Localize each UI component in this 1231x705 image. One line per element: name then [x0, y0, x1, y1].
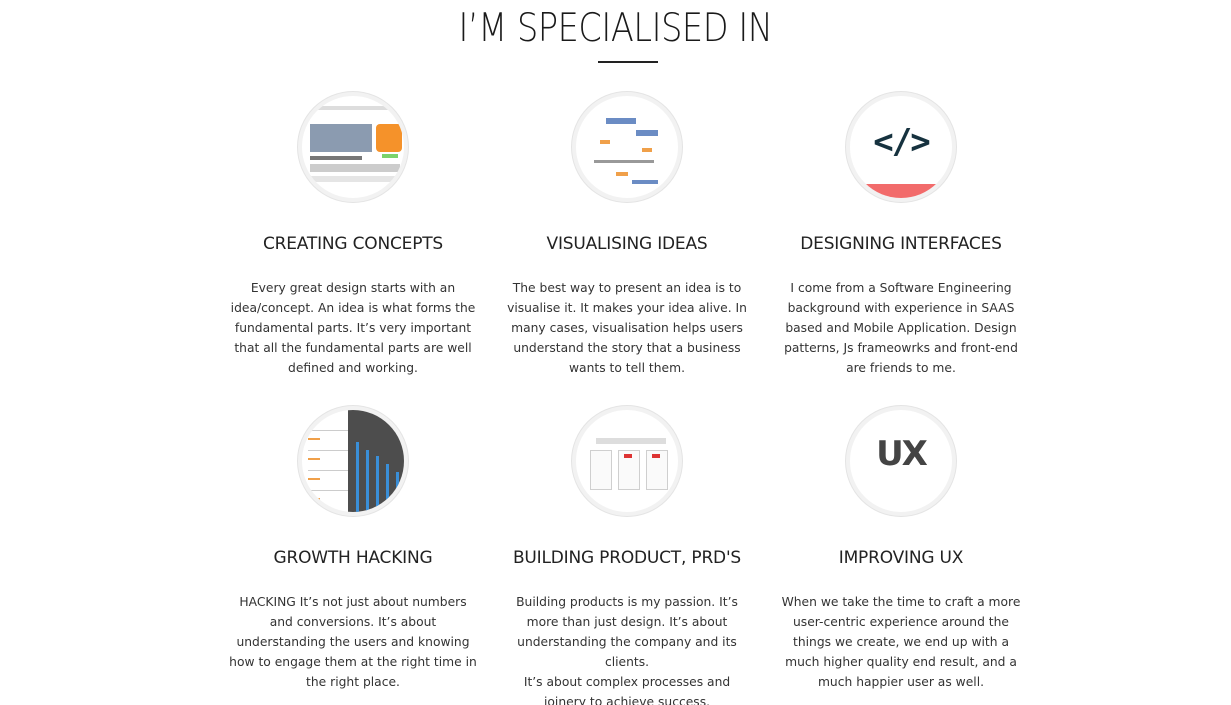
card-title: BUILDING PRODUCT, PRD's [512, 548, 742, 568]
card-title: VISUALISING IDEAS [546, 234, 708, 254]
card-description: Building products is my passion. It’s mo… [497, 592, 757, 705]
card-description-line: It’s about complex processes and joinery… [523, 675, 731, 705]
card-building-product: BUILDING PRODUCT, PRD's Building product… [497, 406, 757, 705]
card-description: When we take the time to craft a more us… [781, 595, 1021, 689]
card-improving-ux: UX IMPROVING UX When we take the time to… [771, 406, 1031, 692]
growth-chart-icon [298, 406, 408, 516]
card-description: I come from a Software Engineering backg… [784, 281, 1018, 375]
concept-wireframe-icon [298, 92, 408, 202]
product-document-icon [572, 406, 682, 516]
card-title: DESIGNING INTERFACES [800, 234, 1002, 254]
card-designing-interfaces: </> DESIGNING INTERFACES I come from a S… [771, 92, 1031, 378]
card-title: CREATING CONCEPTS [262, 234, 444, 254]
section-title: I’M SPECIALISED IN [458, 6, 773, 51]
card-title: GROWTH HACKING [273, 548, 433, 568]
ux-badge-icon: UX [846, 406, 956, 516]
code-brackets-icon: </> [846, 92, 956, 202]
card-description: HACKING It’s not just about numbers and … [229, 595, 477, 689]
card-title: IMPROVING UX [838, 548, 964, 568]
title-divider [598, 61, 658, 63]
card-description: The best way to present an idea is to vi… [507, 281, 747, 375]
card-description-line: Building products is my passion. It’s mo… [516, 595, 738, 669]
card-description: Every great design starts with an idea/c… [230, 281, 476, 375]
sitemap-diagram-icon [572, 92, 682, 202]
card-creating-concepts: CREATING CONCEPTS Every great design sta… [223, 92, 483, 378]
card-visualising-ideas: VISUALISING IDEAS The best way to presen… [497, 92, 757, 378]
card-growth-hacking: GROWTH HACKING HACKING It’s not just abo… [223, 406, 483, 692]
